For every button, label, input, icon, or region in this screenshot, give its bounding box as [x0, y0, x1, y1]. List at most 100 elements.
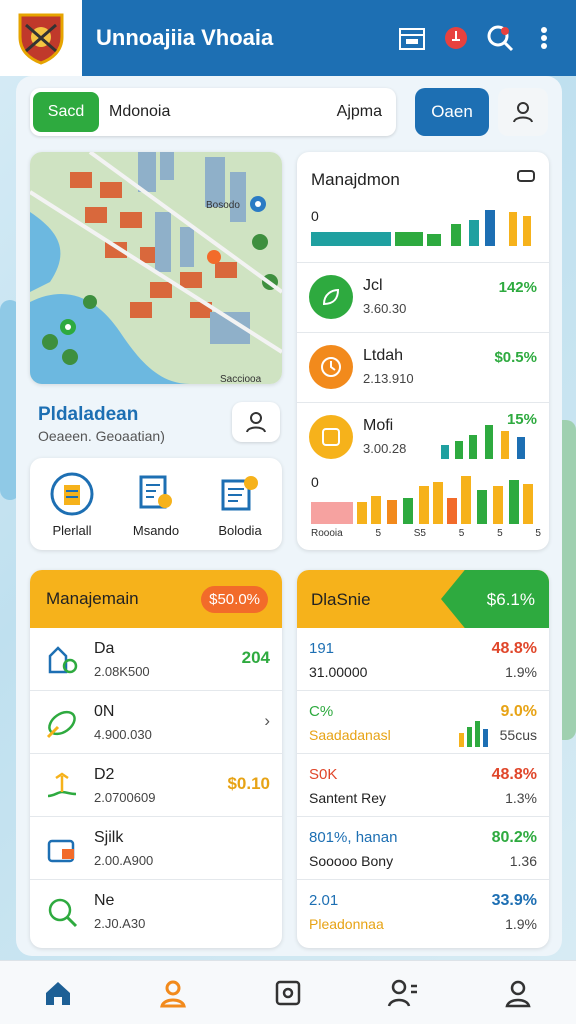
bottom-nav	[0, 960, 576, 1024]
metric-row[interactable]: 191 31.00000 48.8% 1.9%	[297, 628, 549, 691]
more-menu-icon[interactable]	[526, 20, 562, 56]
metric-name: Jcl	[363, 277, 383, 294]
item-name: Da	[94, 640, 115, 657]
account-icon[interactable]	[494, 969, 542, 1017]
profile-settings-icon[interactable]	[379, 969, 427, 1017]
item-value: 2.0700609	[94, 790, 156, 805]
search-leaf-icon	[48, 898, 78, 928]
metric-percent: 9.0%	[500, 703, 537, 720]
quick-action-label: Bolodia	[218, 522, 262, 538]
camera-icon[interactable]	[264, 969, 312, 1017]
notification-icon[interactable]	[438, 20, 474, 56]
metric-percent: 48.8%	[491, 766, 537, 783]
user-icon[interactable]	[232, 402, 280, 442]
metric-percent: $0.5%	[494, 349, 537, 366]
logo	[0, 0, 82, 76]
metric-row[interactable]: Jcl 3.60.30 142%	[297, 262, 549, 332]
clock-icon	[309, 415, 353, 459]
item-name: Sjilk	[94, 829, 124, 846]
item-amount: $0.10	[227, 774, 270, 793]
metric-row[interactable]: Mofi 3.00.28 15%	[297, 402, 549, 472]
quick-action-label: Msando	[132, 522, 180, 538]
report-icon	[221, 475, 258, 510]
item-name: 0N	[94, 703, 115, 720]
metric-name: 191	[309, 640, 335, 657]
map-pin-icon[interactable]	[250, 196, 266, 212]
search-icon[interactable]	[482, 20, 518, 56]
tick-label: 5	[458, 528, 465, 539]
metric-value: 3.00.28	[363, 441, 407, 456]
city-map[interactable]: Bosodo Sacciooa	[30, 152, 282, 384]
metric-row[interactable]: S0K Santent Rey 48.8% 1.3%	[297, 754, 549, 817]
open-button[interactable]: Oaen	[415, 88, 489, 136]
search-button[interactable]: Sacd	[33, 92, 99, 132]
metrics-title: DlaSnie	[311, 590, 371, 609]
metric-mini-bars	[459, 721, 488, 747]
quick-action-2[interactable]: Msando	[114, 458, 198, 550]
toolbox-icon	[47, 839, 75, 863]
metric-name: 801%, hanan	[309, 829, 398, 846]
metric-percent: 80.2%	[491, 829, 537, 846]
metric-secondary: 55cus	[499, 727, 537, 743]
metric-sub: 31.00000	[309, 664, 368, 680]
leaf-icon	[309, 275, 353, 319]
metric-secondary: 1.3%	[505, 790, 537, 806]
metric-value: 2.13.910	[363, 371, 414, 386]
leaf-pencil-icon	[46, 710, 76, 739]
item-value: 4.900.030	[94, 727, 152, 742]
list-item[interactable]: Ne 2.J0.A30	[30, 880, 282, 943]
metric-percent: 142%	[498, 279, 537, 296]
list-item[interactable]: D2 2.0700609 $0.10	[30, 754, 282, 817]
tick-label: 5	[375, 528, 382, 539]
mini-bar-chart	[311, 210, 531, 246]
headset-icon	[50, 472, 94, 515]
metric-secondary: 1.9%	[505, 916, 537, 932]
metric-row[interactable]: C% Saadadanasl 9.0% 55cus	[297, 691, 549, 754]
map-pin-icon[interactable]	[207, 250, 221, 264]
quick-actions: Plerlall Msando Bolodia	[30, 458, 282, 550]
item-name: D2	[94, 766, 115, 783]
metric-name: Ltdah	[363, 347, 404, 364]
search-input[interactable]: Mdonoia	[109, 103, 337, 121]
metric-row[interactable]: Ltdah 2.13.910 $0.5%	[297, 332, 549, 402]
chat-icon[interactable]	[517, 170, 535, 184]
user-icon[interactable]	[149, 969, 197, 1017]
metric-row[interactable]: 801%, hanan Sooooo Bony 80.2% 1.36	[297, 817, 549, 880]
item-amount: 204	[241, 648, 270, 667]
list-item[interactable]: 0N 4.900.030 ›	[30, 691, 282, 754]
crest-icon	[18, 13, 64, 65]
search-filter[interactable]: Ajpma	[337, 103, 382, 121]
timer-icon	[309, 345, 353, 389]
quick-action-3[interactable]: Bolodia	[198, 458, 282, 550]
home-icon[interactable]	[34, 969, 82, 1017]
metric-percent: 48.8%	[491, 640, 537, 657]
management-list: Manajemain $50.0% Da 2.08K500 204 0N 4.9…	[30, 570, 282, 948]
map-label: Bosodo	[206, 200, 240, 211]
metric-row[interactable]: 2.01 Pleadonnaa 33.9% 1.9%	[297, 880, 549, 943]
quick-action-label: Plerlall	[52, 522, 92, 538]
bottom-bar-chart	[311, 476, 533, 524]
metric-sub: Santent Rey	[309, 790, 387, 806]
metric-secondary: 1.36	[509, 853, 537, 869]
metric-name: 2.01	[309, 892, 339, 909]
item-value: 2.J0.A30	[94, 916, 146, 931]
item-value: 2.08K500	[94, 664, 150, 679]
quick-action-1[interactable]: Plerlall	[30, 458, 114, 550]
user-icon[interactable]	[498, 88, 548, 136]
metric-name: Mofi	[363, 417, 394, 434]
metric-secondary: 1.9%	[505, 664, 537, 680]
metric-sub: Saadadanasl	[309, 727, 391, 743]
list-item[interactable]: Sjilk 2.00.A900	[30, 817, 282, 880]
card-title: Manajdmon	[311, 170, 400, 189]
plant-hand-icon	[47, 772, 77, 798]
search-bar[interactable]: Sacd Mdonoia Ajpma	[30, 88, 396, 136]
status-badge: $50.0%	[201, 585, 268, 613]
tick-label: Roooia	[311, 528, 343, 539]
app-title: Unnoajiia Vhoaia	[96, 25, 274, 50]
chevron-right-icon[interactable]: ›	[264, 711, 270, 731]
metrics-header: DlaSnie $6.1%	[297, 570, 549, 628]
calendar-icon[interactable]	[394, 20, 430, 56]
document-search-icon	[139, 475, 172, 508]
list-item[interactable]: Da 2.08K500 204	[30, 628, 282, 691]
map-pin-icon[interactable]	[60, 319, 76, 335]
